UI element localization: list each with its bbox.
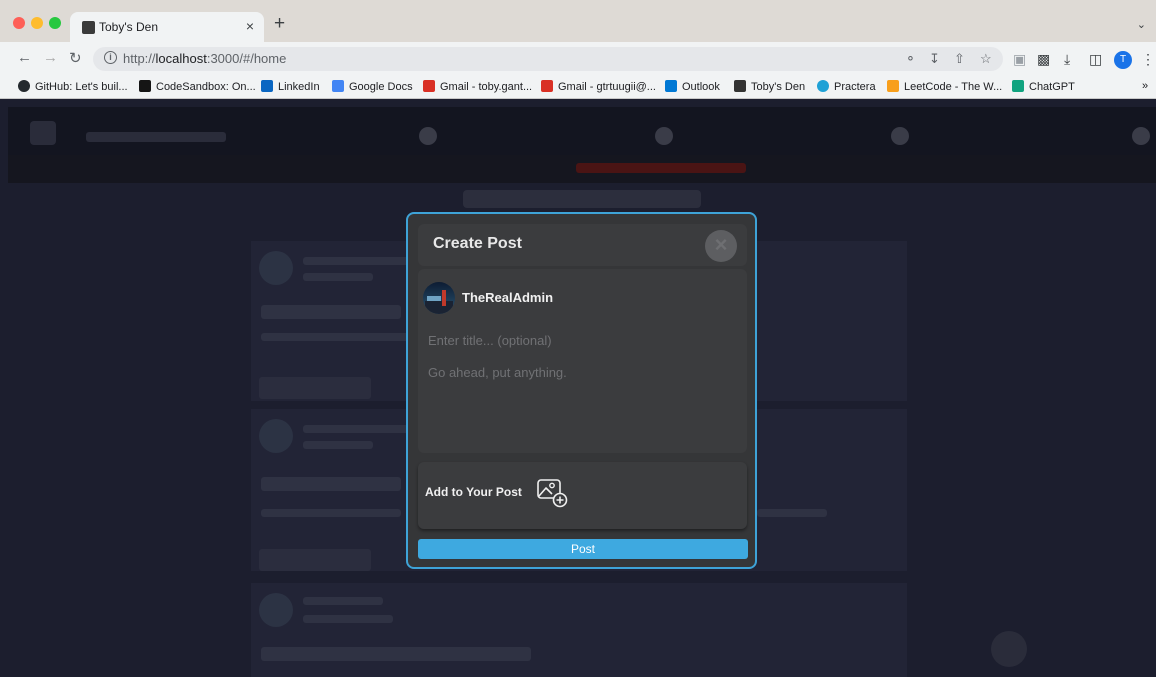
reload-icon[interactable]: ↻ <box>69 49 82 67</box>
github-icon <box>18 80 30 92</box>
tab-favicon-icon <box>82 21 95 34</box>
tab-close-icon[interactable]: × <box>246 18 254 34</box>
bookmark-linkedin[interactable]: LinkedIn <box>261 80 320 93</box>
bookmark-codesandbox[interactable]: CodeSandbox: On... <box>139 80 256 93</box>
chatgpt-icon <box>1012 80 1024 92</box>
outlook-icon <box>665 80 677 92</box>
browser-toolbar: ← → ↻ i http://localhost:3000/#/home ⚬ ↧… <box>0 42 1156 76</box>
post-actions <box>259 377 371 399</box>
install-app-icon[interactable]: ↧ <box>929 51 940 67</box>
side-panel-icon[interactable]: ◫ <box>1089 51 1102 68</box>
avatar <box>259 419 293 453</box>
banner-strip <box>8 155 1156 183</box>
notifications-icon <box>891 127 909 145</box>
site-info-icon[interactable]: i <box>104 51 117 64</box>
codesandbox-icon <box>139 80 151 92</box>
site-title-obscured <box>86 132 226 142</box>
post-body-obscured <box>261 333 411 341</box>
bookmarks-overflow-button[interactable]: » <box>1142 80 1148 92</box>
profile-icon <box>1132 127 1150 145</box>
avatar <box>259 251 293 285</box>
browser-tab[interactable]: Toby's Den × <box>70 12 264 42</box>
downloads-icon[interactable]: ⤓ <box>1064 51 1070 68</box>
friends-icon <box>655 127 673 145</box>
post-title-input[interactable] <box>428 330 728 350</box>
site-header <box>8 107 1156 155</box>
bookmark-outlook[interactable]: Outlook <box>665 80 720 93</box>
add-image-icon[interactable] <box>535 476 571 510</box>
zoom-window-button[interactable] <box>49 17 61 29</box>
post-button[interactable]: Post <box>418 539 748 559</box>
post-body-obscured <box>261 509 401 517</box>
leetcode-icon <box>887 80 899 92</box>
bookmark-practera[interactable]: Practera <box>817 80 876 93</box>
post-author-obscured <box>303 425 413 433</box>
modal-title: Create Post <box>433 235 522 252</box>
gmail-icon <box>423 80 435 92</box>
back-arrow-icon[interactable]: ← <box>17 49 32 66</box>
google-docs-icon <box>332 80 344 92</box>
compose-area: TheRealAdmin <box>418 269 747 453</box>
bookmark-chatgpt[interactable]: ChatGPT <box>1012 80 1075 93</box>
bookmark-gmail-2[interactable]: Gmail - gtrtuugii@... <box>541 80 656 93</box>
post-card <box>251 583 907 677</box>
linkedin-icon <box>261 80 273 92</box>
menu-icon <box>30 121 56 145</box>
create-post-modal: Create Post × TheRealAdmin Add to Your P… <box>406 212 757 569</box>
avatar <box>259 593 293 627</box>
banner-text-obscured <box>576 163 746 173</box>
forward-arrow-icon[interactable]: → <box>43 49 58 66</box>
post-body-obscured <box>757 509 827 517</box>
bookmark-gmail-1[interactable]: Gmail - toby.gant... <box>423 80 532 93</box>
address-bar[interactable]: i http://localhost:3000/#/home ⚬ ↧ ⇧ ☆ <box>93 47 1003 71</box>
profile-avatar[interactable]: T <box>1114 51 1132 69</box>
post-date-obscured <box>303 273 373 281</box>
notice-bar <box>463 190 701 208</box>
modal-header: Create Post × <box>418 224 747 266</box>
extension-k-icon[interactable]: ▣ <box>1013 51 1026 68</box>
post-author-obscured <box>303 597 383 605</box>
username: TheRealAdmin <box>462 290 554 305</box>
post-body-input[interactable] <box>428 365 738 445</box>
practera-icon <box>817 80 829 92</box>
bookmark-github[interactable]: GitHub: Let's buil... <box>18 80 128 93</box>
address-url: http://localhost:3000/#/home <box>123 51 287 66</box>
post-date-obscured <box>303 441 373 449</box>
minimize-window-button[interactable] <box>31 17 43 29</box>
browser-tab-strip: Toby's Den × + ⌄ <box>0 0 1156 42</box>
close-window-button[interactable] <box>13 17 25 29</box>
bookmark-star-icon[interactable]: ☆ <box>980 51 992 67</box>
add-to-post-label: Add to Your Post <box>425 485 522 499</box>
post-title-obscured <box>261 305 401 319</box>
gmail-icon <box>541 80 553 92</box>
tab-search-chevron-icon[interactable]: ⌄ <box>1137 18 1146 31</box>
bookmark-google-docs[interactable]: Google Docs <box>332 80 413 93</box>
home-icon <box>419 127 437 145</box>
bookmark-tobys-den[interactable]: Toby's Den <box>734 80 805 93</box>
new-tab-button[interactable]: + <box>274 14 285 33</box>
bookmark-leetcode[interactable]: LeetCode - The W... <box>887 80 1002 93</box>
bookmarks-bar: GitHub: Let's buil... CodeSandbox: On...… <box>0 76 1156 99</box>
post-date-obscured <box>303 615 393 623</box>
scroll-top-button <box>991 631 1027 667</box>
post-actions <box>259 549 371 571</box>
post-title-obscured <box>261 647 531 661</box>
tobys-den-icon <box>734 80 746 92</box>
post-title-obscured <box>261 477 401 491</box>
more-menu-icon[interactable]: ⋮ <box>1141 51 1155 68</box>
add-to-post-section: Add to Your Post <box>418 462 747 529</box>
extensions-puzzle-icon[interactable]: ▩ <box>1037 51 1050 68</box>
password-key-icon[interactable]: ⚬ <box>905 51 916 67</box>
share-icon[interactable]: ⇧ <box>954 51 965 67</box>
avatar <box>423 282 455 314</box>
post-author-obscured <box>303 257 413 265</box>
tab-title: Toby's Den <box>99 20 158 34</box>
close-icon[interactable]: × <box>705 230 737 262</box>
